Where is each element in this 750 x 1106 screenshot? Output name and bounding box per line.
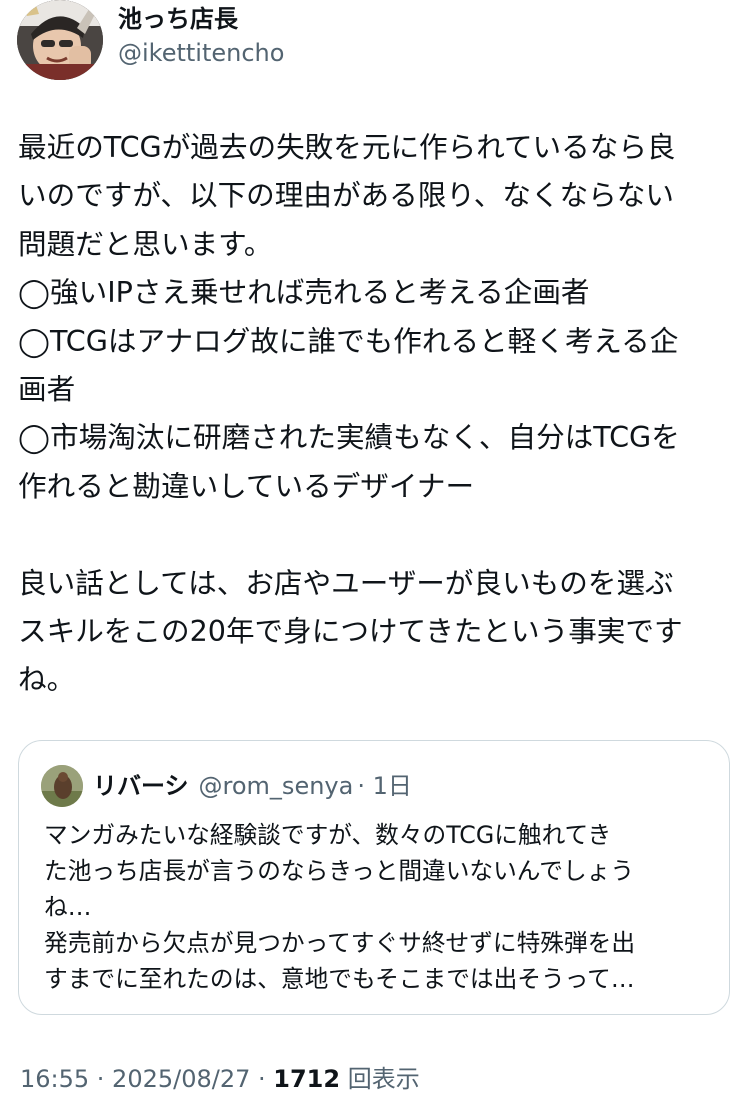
tweet-line: 良い話としては、お店やユーザーが良いものを選ぶ bbox=[18, 565, 674, 600]
view-label: 回表示 bbox=[340, 1065, 420, 1093]
tweet-line: 最近のTCGが過去の失敗を元に作られているなら良 bbox=[18, 130, 676, 164]
avatar-illustration bbox=[17, 0, 103, 80]
tweet-line: ね。 bbox=[18, 662, 76, 697]
tweet-line: 画者 bbox=[18, 371, 76, 406]
quote-timestamp[interactable]: · 1日 bbox=[357, 772, 412, 800]
tweet-text: 最近のTCGが過去の失敗を元に作られているなら良 いのですが、以下の理由がある限… bbox=[18, 123, 733, 704]
author-name[interactable]: 池っち店長 bbox=[118, 4, 238, 34]
tweet-line: ◯市場淘汰に研磨された実績もなく、自分はTCGを bbox=[18, 420, 680, 455]
quote-author-handle[interactable]: @rom_senya bbox=[199, 772, 354, 800]
tweet-line: ◯TCGはアナログ故に誰でも作れると軽く考える企 bbox=[18, 323, 679, 358]
quote-text: マンガみたいな経験談ですが、数々のTCGに触れてき た池っち店長が言うのならきっ… bbox=[44, 817, 724, 997]
tweet-line: ◯強いIPさえ乗せれば売れると考える企画者 bbox=[18, 275, 590, 310]
quote-line: ね… bbox=[44, 893, 92, 921]
tweet-line: いのですが、以下の理由がある限り、なくならない bbox=[18, 178, 674, 213]
author-handle[interactable]: @ikettitencho bbox=[118, 38, 284, 68]
tweet-metadata: 16:55 · 2025/08/27 · 1712 回表示 bbox=[20, 1064, 420, 1094]
quote-author-name[interactable]: リバーシ bbox=[93, 772, 189, 800]
quote-line: 発売前から欠点が見つかってすぐサ終せずに特殊弾を出 bbox=[44, 929, 636, 957]
quote-line: た池っち店長が言うのならきっと間違いないんでしょう bbox=[44, 857, 635, 885]
quoted-tweet-card[interactable]: リバーシ @rom_senya · 1日 マンガみたいな経験談ですが、数々のTCGに… bbox=[18, 740, 730, 1015]
tweet-line: 作れると勘違いしているデザイナー bbox=[18, 468, 475, 503]
tweet-line: 問題だと思います。 bbox=[18, 226, 273, 261]
quote-author-avatar[interactable] bbox=[41, 765, 83, 807]
author-avatar[interactable] bbox=[17, 0, 103, 80]
tweet-timestamp[interactable]: 16:55 · 2025/08/27 · bbox=[20, 1065, 273, 1093]
tweet-line: スキルをこの20年で身につけてきたという事実です bbox=[18, 613, 683, 648]
view-count[interactable]: 1712 bbox=[273, 1065, 340, 1093]
quote-avatar-illustration bbox=[41, 765, 83, 807]
quote-line: すまでに至れたのは、意地でもそこまでは出そうって… bbox=[44, 965, 635, 993]
quote-header: リバーシ @rom_senya · 1日 bbox=[93, 769, 412, 803]
quote-line: マンガみたいな経験談ですが、数々のTCGに触れてき bbox=[44, 821, 612, 849]
